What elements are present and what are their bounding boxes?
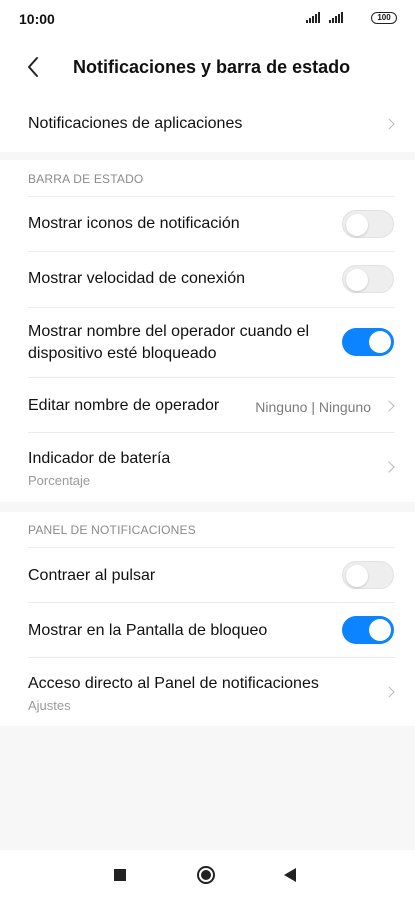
carrier-name-value: Ninguno | Ninguno bbox=[255, 399, 371, 415]
notification-panel-section: PANEL DE NOTIFICACIONES Contraer al puls… bbox=[0, 512, 415, 726]
navigation-bar bbox=[0, 850, 415, 900]
show-on-lock-screen-label: Mostrar en la Pantalla de bloqueo bbox=[28, 622, 268, 639]
show-connection-speed-item[interactable]: Mostrar velocidad de conexión bbox=[0, 251, 415, 307]
battery-indicator-label: Indicador de batería bbox=[28, 450, 171, 467]
show-connection-speed-label: Mostrar velocidad de conexión bbox=[28, 270, 246, 287]
show-carrier-name-label-line2: dispositivo esté bloqueado bbox=[28, 345, 217, 362]
collapse-on-tap-item[interactable]: Contraer al pulsar bbox=[0, 547, 415, 602]
status-bar-section: BARRA DE ESTADO Mostrar iconos de notifi… bbox=[0, 160, 415, 502]
chevron-left-icon[interactable] bbox=[22, 55, 46, 79]
edit-carrier-name-item[interactable]: Editar nombre de operador Ninguno | Ning… bbox=[0, 377, 415, 432]
app-notifications-item[interactable]: Notificaciones de aplicaciones bbox=[0, 96, 415, 152]
show-notification-icons-item[interactable]: Mostrar iconos de notificación bbox=[0, 196, 415, 251]
battery-indicator-value: Porcentaje bbox=[28, 473, 91, 488]
signal-icon bbox=[306, 12, 323, 23]
collapse-on-tap-label: Contraer al pulsar bbox=[28, 567, 156, 584]
chevron-right-icon bbox=[383, 461, 395, 473]
recents-square-icon[interactable] bbox=[114, 869, 126, 881]
show-connection-speed-toggle[interactable] bbox=[342, 265, 394, 293]
page-title: Notificaciones y barra de estado bbox=[73, 57, 351, 77]
show-carrier-name-label-line1: Mostrar nombre del operador cuando el bbox=[28, 323, 310, 340]
section-title: PANEL DE NOTIFICACIONES bbox=[28, 523, 196, 537]
app-notifications-card: Notificaciones de aplicaciones bbox=[0, 96, 415, 152]
battery-indicator-item[interactable]: Indicador de batería Porcentaje bbox=[0, 432, 415, 502]
notification-panel-shortcut-label: Acceso directo al Panel de notificacione… bbox=[28, 675, 319, 692]
show-notification-icons-toggle[interactable] bbox=[342, 210, 394, 238]
notification-panel-shortcut-item[interactable]: Acceso directo al Panel de notificacione… bbox=[0, 657, 415, 726]
show-on-lock-screen-toggle[interactable] bbox=[342, 616, 394, 644]
section-title: BARRA DE ESTADO bbox=[28, 172, 144, 186]
status-bar: 10:00 100 bbox=[0, 0, 415, 38]
home-circle-icon[interactable] bbox=[197, 866, 215, 884]
notification-panel-shortcut-value: Ajustes bbox=[28, 698, 71, 713]
show-carrier-name-toggle[interactable] bbox=[342, 328, 394, 356]
app-notifications-label: Notificaciones de aplicaciones bbox=[28, 115, 243, 132]
battery-icon: 100 bbox=[371, 12, 397, 24]
back-triangle-icon[interactable] bbox=[284, 868, 296, 882]
signal-icon bbox=[329, 12, 346, 23]
chevron-right-icon bbox=[383, 400, 395, 412]
page-header: Notificaciones y barra de estado bbox=[0, 38, 415, 96]
edit-carrier-name-label: Editar nombre de operador bbox=[28, 397, 220, 414]
chevron-right-icon bbox=[383, 686, 395, 698]
show-notification-icons-label: Mostrar iconos de notificación bbox=[28, 215, 240, 232]
chevron-right-icon bbox=[383, 118, 395, 130]
show-on-lock-screen-item[interactable]: Mostrar en la Pantalla de bloqueo bbox=[0, 602, 415, 657]
status-time: 10:00 bbox=[19, 11, 55, 27]
show-carrier-name-item[interactable]: Mostrar nombre del operador cuando el di… bbox=[0, 307, 415, 377]
collapse-on-tap-toggle[interactable] bbox=[342, 561, 394, 589]
